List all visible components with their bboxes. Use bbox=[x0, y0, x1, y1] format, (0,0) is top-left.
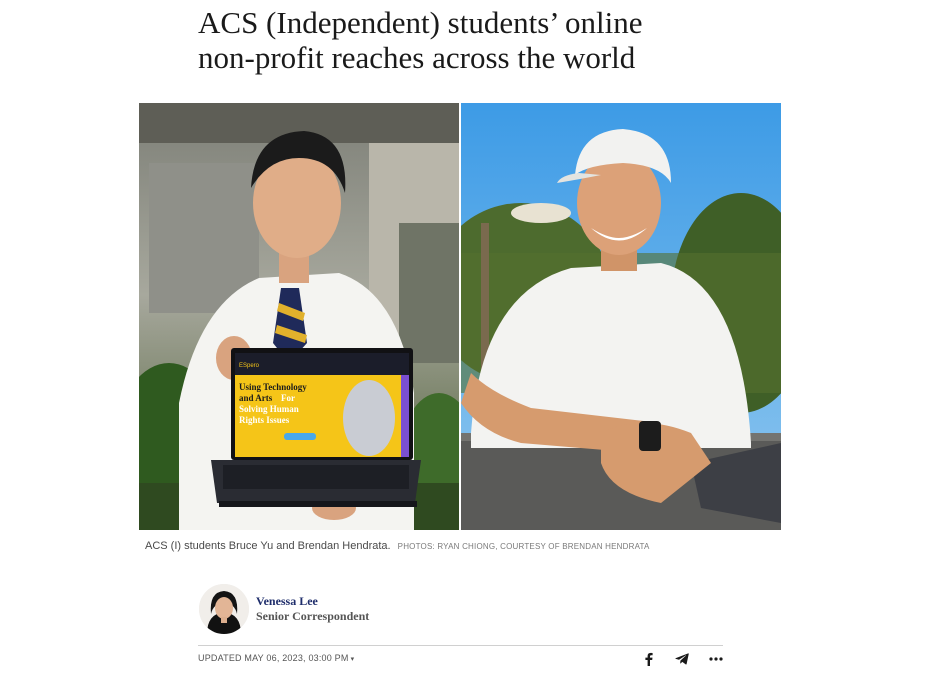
photo-brendan-hendrata bbox=[461, 103, 781, 530]
article-headline: ACS (Independent) students’ online non-p… bbox=[198, 5, 718, 75]
author-name[interactable]: Venessa Lee bbox=[256, 594, 369, 609]
telegram-icon[interactable] bbox=[674, 650, 690, 668]
headline-line-2: non-profit reaches across the world bbox=[198, 40, 636, 75]
laptop-screen-line2b: For bbox=[281, 393, 295, 403]
byline-divider bbox=[198, 645, 723, 646]
photo-caption: ACS (I) students Bruce Yu and Brendan He… bbox=[145, 540, 785, 552]
author-meta: Venessa Lee Senior Correspondent bbox=[256, 594, 369, 624]
more-icon[interactable] bbox=[708, 650, 724, 668]
laptop-screen-line1: Using Technology bbox=[239, 382, 307, 392]
laptop-screen-brand: ESpero bbox=[239, 363, 260, 369]
photo-credit: PHOTOS: RYAN CHIONG, COURTESY OF BRENDAN… bbox=[397, 542, 650, 551]
author-byline[interactable]: Venessa Lee Senior Correspondent bbox=[199, 583, 369, 635]
updated-timestamp[interactable]: UPDATED MAY 06, 2023, 03:00 PM ▾ bbox=[198, 653, 354, 663]
laptop-screen-line4: Rights Issues bbox=[239, 415, 290, 425]
facebook-icon[interactable] bbox=[640, 650, 656, 668]
laptop-screen-line3: Solving Human bbox=[239, 404, 299, 414]
chevron-down-icon[interactable]: ▾ bbox=[351, 656, 355, 663]
updated-text: UPDATED MAY 06, 2023, 03:00 PM bbox=[198, 653, 349, 663]
author-role: Senior Correspondent bbox=[256, 609, 370, 623]
photo-bruce-yu: ESpero Using Technology and Arts For Sol… bbox=[139, 103, 459, 530]
caption-text: ACS (I) students Bruce Yu and Brendan He… bbox=[145, 540, 391, 552]
share-toolbar bbox=[640, 650, 724, 668]
article-page: ACS (Independent) students’ online non-p… bbox=[0, 0, 928, 681]
author-avatar[interactable] bbox=[199, 584, 249, 634]
laptop-screen-line2a: and Arts bbox=[239, 393, 273, 403]
hero-photo: ESpero Using Technology and Arts For Sol… bbox=[139, 103, 782, 530]
headline-line-1: ACS (Independent) students’ online bbox=[198, 5, 643, 40]
